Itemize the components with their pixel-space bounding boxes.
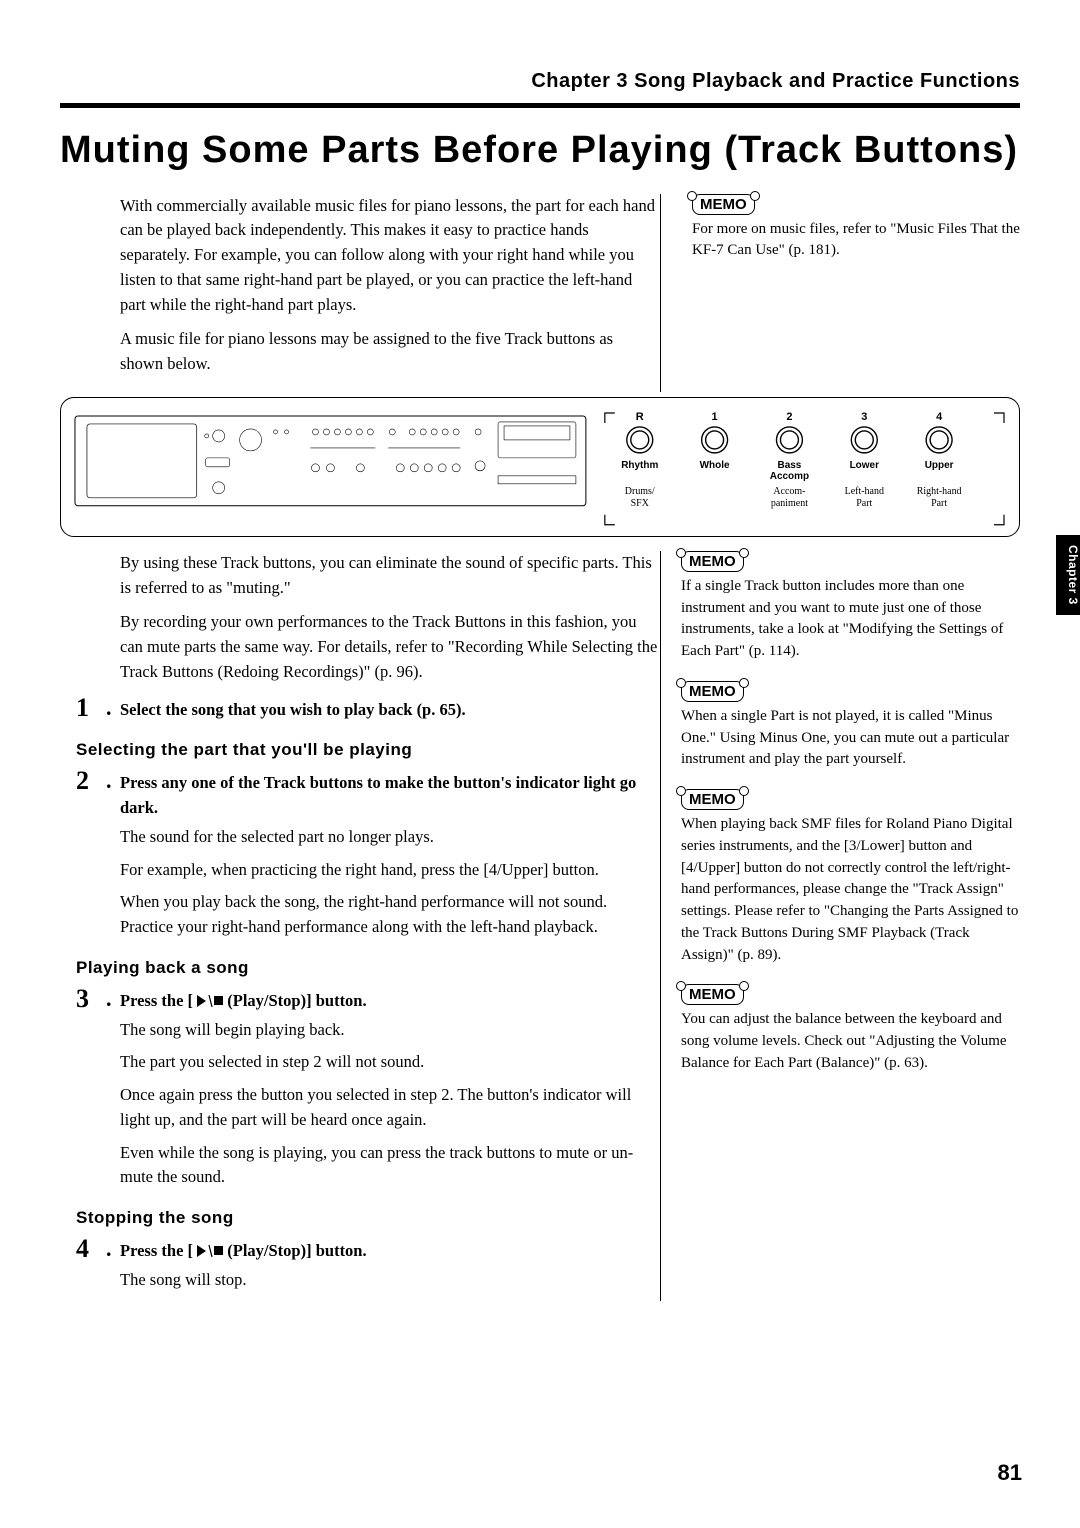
chapter-header: Chapter 3 Song Playback and Practice Fun… — [60, 70, 1020, 93]
after-p1: By using these Track buttons, you can el… — [120, 551, 660, 601]
svg-text:Part: Part — [856, 498, 872, 509]
memo5-text: You can adjust the balance between the k… — [681, 1009, 1020, 1074]
hr-top — [60, 103, 1020, 108]
step-3: 3 . Press the [ (Play/Stop)] button. — [76, 986, 660, 1014]
svg-text:Whole: Whole — [700, 460, 730, 471]
step3-body4: Even while the song is playing, you can … — [120, 1141, 660, 1191]
svg-text:2: 2 — [786, 411, 792, 423]
step-1-num: 1 — [76, 695, 106, 723]
page-number: 81 — [998, 1460, 1022, 1486]
after-p2: By recording your own performances to th… — [120, 610, 660, 684]
step2-body3: When you play back the song, the right-h… — [120, 890, 660, 940]
svg-text:1: 1 — [712, 411, 718, 423]
svg-text:Upper: Upper — [925, 460, 954, 471]
step-2: 2 . Press any one of the Track buttons t… — [76, 768, 660, 821]
step-3-num: 3 — [76, 986, 106, 1014]
svg-text:Bass: Bass — [778, 460, 802, 471]
memo4-text: When playing back SMF files for Roland P… — [681, 814, 1020, 966]
play-stop-icon — [197, 1245, 223, 1257]
memo1-text: For more on music files, refer to "Music… — [692, 219, 1020, 263]
svg-text:Drums/: Drums/ — [625, 486, 655, 497]
memo-icon: MEMO — [681, 681, 744, 702]
svg-text:Rhythm: Rhythm — [621, 460, 658, 471]
svg-text:R: R — [636, 411, 644, 423]
svg-text:Lower: Lower — [850, 460, 879, 471]
subhead-select: Selecting the part that you'll be playin… — [76, 740, 660, 760]
step-2-text: Press any one of the Track buttons to ma… — [120, 768, 660, 821]
intro-p1: With commercially available music files … — [120, 194, 660, 318]
step-1: 1 . Select the song that you wish to pla… — [76, 695, 660, 723]
memo-icon: MEMO — [692, 194, 755, 215]
track-diagram: R Rhythm Drums/SFX 1 Whole 2 BassAccomp Accom-p… — [60, 397, 1020, 537]
svg-text:Accom-: Accom- — [773, 486, 805, 497]
subhead-stop: Stopping the song — [76, 1208, 660, 1228]
step-3-text: Press the [ (Play/Stop)] button. — [120, 986, 367, 1014]
step4-body: The song will stop. — [120, 1268, 660, 1293]
step3-body2: The part you selected in step 2 will not… — [120, 1050, 660, 1075]
svg-text:SFX: SFX — [631, 498, 650, 509]
step3-body1: The song will begin playing back. — [120, 1018, 660, 1043]
memo-icon: MEMO — [681, 551, 744, 572]
intro-p2: A music file for piano lessons may be as… — [120, 327, 660, 377]
svg-text:Accomp: Accomp — [770, 471, 809, 482]
memo2-text: If a single Track button includes more t… — [681, 576, 1020, 663]
svg-text:paniment: paniment — [771, 498, 808, 509]
page-title: Muting Some Parts Before Playing (Track … — [60, 128, 1020, 174]
memo-icon: MEMO — [681, 984, 744, 1005]
svg-text:4: 4 — [936, 411, 943, 423]
chapter-tab: Chapter 3 — [1056, 535, 1080, 615]
play-stop-icon — [197, 995, 223, 1007]
svg-text:Left-hand: Left-hand — [845, 486, 884, 497]
svg-text:Part: Part — [931, 498, 947, 509]
step-4: 4 . Press the [ (Play/Stop)] button. — [76, 1236, 660, 1264]
svg-text:3: 3 — [861, 411, 867, 423]
memo3-text: When a single Part is not played, it is … — [681, 706, 1020, 771]
step-2-num: 2 — [76, 768, 106, 821]
step2-body1: The sound for the selected part no longe… — [120, 825, 660, 850]
step2-body2: For example, when practicing the right h… — [120, 858, 660, 883]
subhead-play: Playing back a song — [76, 958, 660, 978]
step3-body3: Once again press the button you selected… — [120, 1083, 660, 1133]
memo-icon: MEMO — [681, 789, 744, 810]
step-4-num: 4 — [76, 1236, 106, 1264]
svg-text:Right-hand: Right-hand — [917, 486, 962, 497]
step-4-text: Press the [ (Play/Stop)] button. — [120, 1236, 367, 1264]
step-1-text: Select the song that you wish to play ba… — [120, 695, 466, 723]
